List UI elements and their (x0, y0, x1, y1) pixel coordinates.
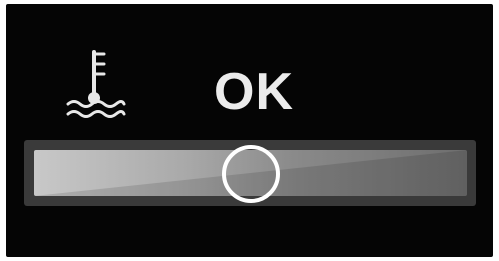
status-label: OK (214, 63, 294, 121)
temperature-gauge-indicator (221, 145, 280, 203)
coolant-temperature-icon (66, 50, 126, 118)
coolant-temperature-display: OK (6, 4, 493, 257)
